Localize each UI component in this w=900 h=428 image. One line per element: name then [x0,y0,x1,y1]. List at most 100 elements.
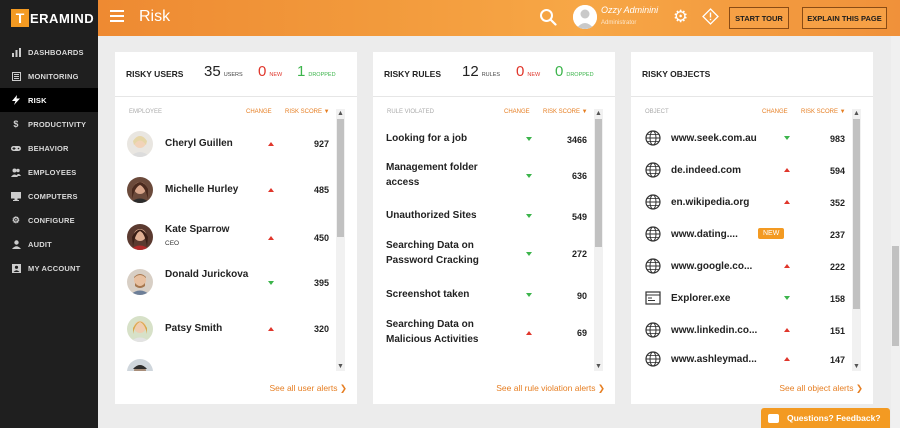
scrollbar[interactable]: ▲ ▼ [852,109,861,371]
list-item[interactable]: Explorer.exe 158 [631,288,861,308]
risk-score: 69 [576,328,587,338]
user-title: CEO [165,240,180,247]
feedback-label: Questions? Feedback? [787,413,881,423]
change-down-icon [526,174,532,178]
page-scroll-thumb[interactable] [892,246,899,346]
object-name: de.indeed.com [671,165,742,176]
col-change[interactable]: CHANGE [504,109,530,115]
desktop-icon [11,191,21,201]
alert-icon[interactable] [702,8,719,25]
sidebar-item-my-account[interactable]: MY ACCOUNT [0,256,98,280]
globe-icon [645,130,661,146]
scroll-up-icon[interactable]: ▲ [594,109,603,118]
list-item[interactable]: Kate Sparrow CEO 450 [115,220,345,254]
list-item[interactable] [115,359,345,371]
see-all-user-alerts-link[interactable]: See all user alerts ❯ [269,383,347,394]
see-all-rule-alerts-link[interactable]: See all rule violation alerts ❯ [496,383,605,394]
column-headers: OBJECT CHANGE RISK SCORE ▼ [631,109,873,119]
risky-users-panel: RISKY USERS 35 USERS 0 NEW 1 DROPPED EMPLOY… [115,52,357,404]
avatar [127,177,153,203]
sidebar-item-behavior[interactable]: BEHAVIOR [0,136,98,160]
list-item[interactable]: Searching Data on Password Cracking 272 [373,236,603,270]
feedback-button[interactable]: Questions? Feedback? [761,408,890,428]
list-item[interactable]: www.ashleymad... 147 [631,349,861,369]
user-name: Patsy Smith [165,323,223,334]
sidebar-item-dashboards[interactable]: DASHBOARDS [0,40,98,64]
explain-page-button[interactable]: EXPLAIN THIS PAGE [802,7,887,29]
list-item[interactable]: Looking for a job 3466 [373,127,603,151]
sidebar-item-monitoring[interactable]: MONITORING [0,64,98,88]
list-item[interactable]: www.dating.... NEW 237 [631,224,861,244]
sidebar-item-label: BEHAVIOR [28,143,69,153]
panel-title: RISKY OBJECTS [642,69,711,79]
col-change[interactable]: CHANGE [762,109,788,115]
scroll-down-icon[interactable]: ▼ [594,362,603,371]
scroll-down-icon[interactable]: ▼ [852,362,861,371]
chat-icon [768,413,779,423]
risky-rules-panel: RISKY RULES 12 RULES 0 NEW 0 DROPPED RULE V… [373,52,615,404]
user-name[interactable]: Ozzy Adminini [601,5,658,15]
link-label: See all user alerts [269,383,338,393]
list-item[interactable]: Patsy Smith 320 [115,314,345,344]
new-value: 0 [258,63,267,80]
col-change[interactable]: CHANGE [246,109,272,115]
list-item[interactable]: www.google.co... 222 [631,256,861,276]
list-item[interactable]: Screenshot taken 90 [373,283,603,307]
scrollbar[interactable]: ▲ ▼ [336,109,345,371]
list-item[interactable]: Donald Jurickova 395 [115,265,345,299]
list-item[interactable]: Cheryl Guillen 927 [115,129,345,159]
chevron-right-icon: ❯ [597,383,605,393]
sidebar-item-employees[interactable]: EMPLOYEES [0,160,98,184]
search-icon[interactable] [539,8,557,26]
change-down-icon [526,137,532,141]
col-risk-score[interactable]: RISK SCORE ▼ [285,109,330,115]
page-scrollbar[interactable] [891,36,900,428]
col-risk-score[interactable]: RISK SCORE ▼ [543,109,588,115]
list-item[interactable]: de.indeed.com 594 [631,160,861,180]
sidebar-item-configure[interactable]: ⚙ CONFIGURE [0,208,98,232]
settings-gear-icon[interactable]: ⚙ [673,8,690,25]
logo[interactable]: T ERAMIND [0,0,98,36]
see-all-object-alerts-link[interactable]: See all object alerts ❯ [779,383,863,394]
sidebar-item-computers[interactable]: COMPUTERS [0,184,98,208]
scroll-up-icon[interactable]: ▲ [852,109,861,118]
dropped-value: 0 [555,63,564,80]
scroll-thumb[interactable] [853,119,860,309]
count-label: USERS [223,72,243,78]
risk-score: 222 [829,262,845,272]
scroll-thumb[interactable] [337,119,344,237]
hamburger-menu-icon[interactable] [110,10,124,22]
scroll-up-icon[interactable]: ▲ [336,109,345,118]
avatar[interactable] [573,5,597,29]
list-item[interactable]: Management folder access 636 [373,158,603,192]
sidebar-item-label: EMPLOYEES [28,167,77,177]
new-badge: NEW [758,228,785,239]
object-name: www.seek.com.au [671,133,757,144]
application-icon [645,291,661,305]
scroll-down-icon[interactable]: ▼ [336,362,345,371]
list-item[interactable]: Searching Data on Malicious Activities 6… [373,315,603,349]
sidebar-item-audit[interactable]: AUDIT [0,232,98,256]
list-item[interactable]: www.seek.com.au 983 [631,128,861,148]
list-item[interactable]: Unauthorized Sites 549 [373,204,603,228]
list-item[interactable]: en.wikipedia.org 352 [631,192,861,212]
id-card-icon [11,263,21,273]
risky-objects-panel: RISKY OBJECTS OBJECT CHANGE RISK SCORE ▼… [631,52,873,404]
rule-name: Unauthorized Sites [386,210,477,221]
count-value: 35 [204,63,221,80]
sidebar-item-productivity[interactable]: $ PRODUCTIVITY [0,112,98,136]
risk-score: 3466 [566,135,587,145]
sidebar-item-label: RISK [28,95,47,105]
scrollbar[interactable]: ▲ ▼ [594,109,603,371]
list-item[interactable]: Michelle Hurley 485 [115,175,345,205]
dashboard-icon [11,47,21,57]
start-tour-button[interactable]: START TOUR [729,7,789,29]
col-risk-score[interactable]: RISK SCORE ▼ [801,109,846,115]
globe-icon [645,226,661,242]
risk-score: 272 [571,249,587,259]
sidebar-item-risk[interactable]: RISK [0,88,98,112]
list-item[interactable]: www.linkedin.co... 151 [631,320,861,340]
risk-score: 320 [313,324,329,334]
risk-score: 983 [829,134,845,144]
scroll-thumb[interactable] [595,119,602,247]
